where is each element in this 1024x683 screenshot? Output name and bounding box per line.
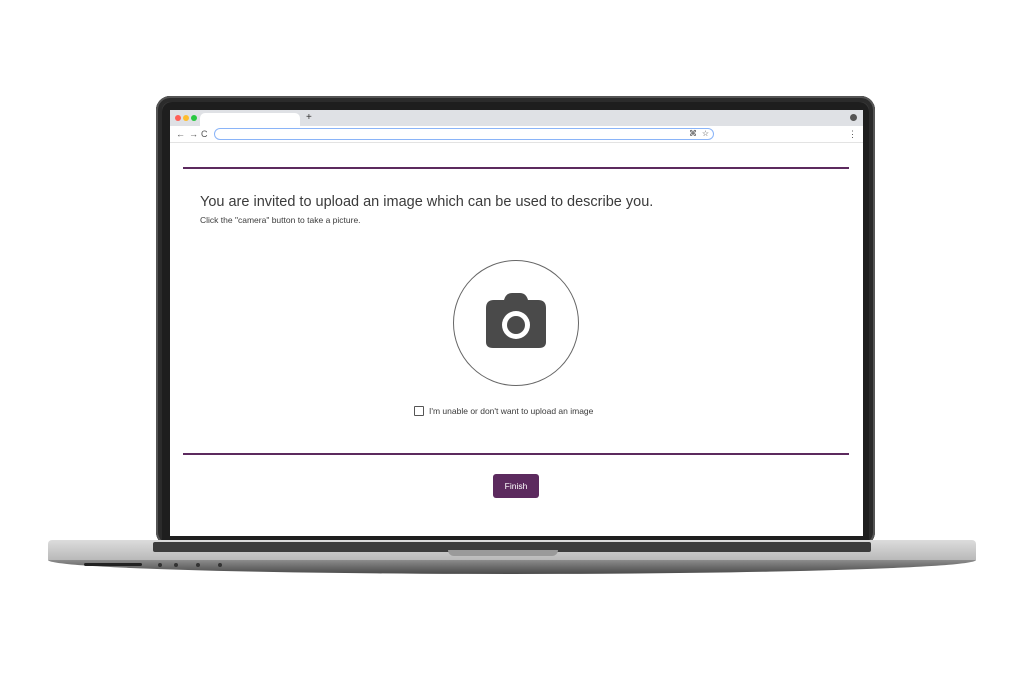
port [218, 563, 222, 567]
address-input[interactable] [221, 129, 681, 139]
card-slot [84, 563, 142, 566]
new-tab-button[interactable]: + [306, 112, 312, 124]
trackpad-notch [448, 550, 558, 556]
address-bar[interactable]: ⌘ ☆ [214, 128, 714, 140]
maximize-window-icon[interactable] [191, 115, 197, 121]
laptop-deck [48, 540, 976, 560]
bottom-divider [183, 453, 849, 455]
opt-out-checkbox[interactable] [414, 405, 424, 416]
key-icon[interactable]: ⌘ [689, 128, 697, 140]
opt-out-option[interactable]: I'm unable or don't want to upload an im… [414, 402, 593, 416]
browser-toolbar: ← → C ⌘ ☆ ⋮ [170, 126, 863, 143]
reload-icon[interactable]: C [201, 127, 208, 141]
camera-button[interactable] [453, 260, 579, 386]
laptop-edge [48, 560, 976, 574]
star-icon[interactable]: ☆ [702, 128, 709, 140]
port [196, 563, 200, 567]
page-title: You are invited to upload an image which… [200, 194, 654, 210]
browser-tab[interactable] [200, 113, 300, 126]
back-icon[interactable]: ← [176, 127, 185, 141]
port [174, 563, 178, 567]
opt-out-label: I'm unable or don't want to upload an im… [429, 405, 594, 416]
menu-icon[interactable]: ⋮ [848, 127, 857, 141]
profile-icon[interactable] [850, 114, 857, 121]
page-subtitle: Click the "camera" button to take a pict… [200, 215, 361, 225]
finish-button[interactable]: Finish [493, 474, 539, 498]
screen: + ← → C ⌘ ☆ ⋮ You are invited to upload … [170, 110, 863, 536]
minimize-window-icon[interactable] [183, 115, 189, 121]
forward-icon[interactable]: → [189, 127, 198, 141]
top-divider [183, 167, 849, 169]
laptop-base [48, 540, 976, 576]
port [158, 563, 162, 567]
close-window-icon[interactable] [175, 115, 181, 121]
tab-strip: + [170, 110, 863, 126]
camera-icon [486, 293, 546, 348]
